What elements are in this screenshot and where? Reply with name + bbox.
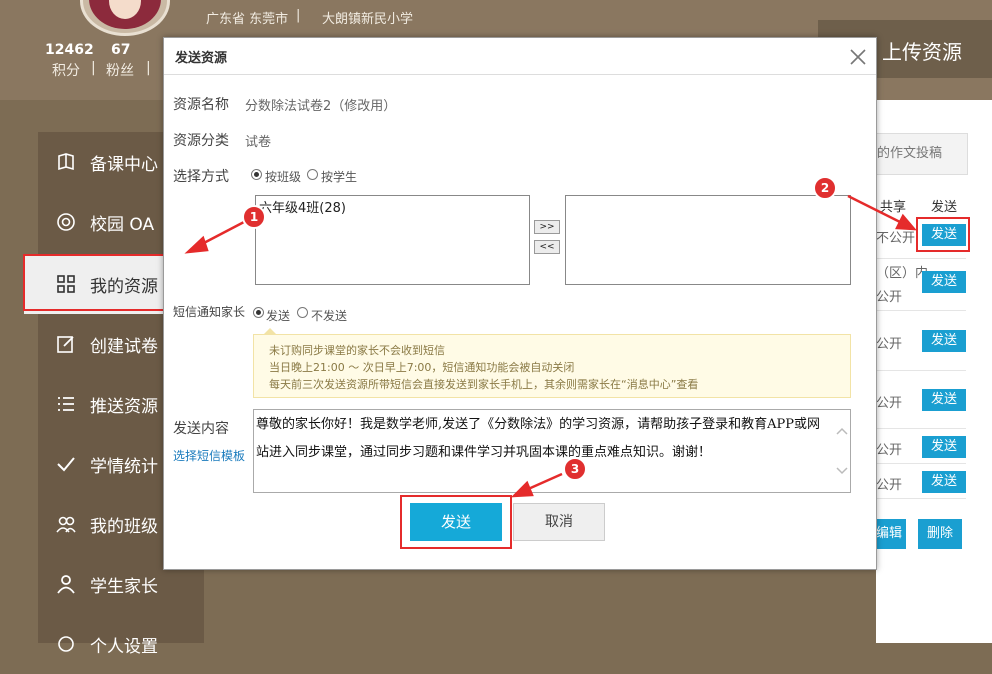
radio-sms-send-label: 发送 — [266, 309, 291, 323]
annotation-badge-1: 1 — [242, 205, 266, 229]
user-icon — [57, 575, 75, 594]
dialog-title: 发送资源 — [175, 51, 228, 66]
stat-divider: | — [146, 60, 151, 76]
points-label: 积分 — [52, 63, 80, 79]
class-list-source[interactable]: 六年级4班(28) — [255, 195, 530, 285]
column-header-send: 发送 — [931, 200, 958, 215]
send-resource-dialog: 发送资源 资源名称 分数除法试卷2（修改用） 资源分类 试卷 选择方式 按班级 … — [163, 37, 877, 570]
row-send-button[interactable]: 发送 — [922, 271, 966, 293]
annotation-badge-2: 2 — [813, 176, 837, 200]
fans-label: 粉丝 — [106, 63, 134, 79]
message-textarea[interactable]: 尊敬的家长你好！我是数学老师,发送了《分数除法》的学习资源，请帮助孩子登录和教育… — [253, 409, 851, 493]
sidebar-item-label: 学生家长 — [90, 577, 158, 597]
cancel-button[interactable]: 取消 — [513, 503, 605, 541]
users-icon — [56, 516, 76, 533]
sms-notify-label: 短信通知家长 — [173, 305, 246, 319]
sidebar-item-settings[interactable]: 个人设置 — [38, 614, 204, 674]
scrollbar[interactable] — [834, 410, 850, 492]
dialog-title-divider — [164, 74, 876, 75]
row-send-button[interactable]: 发送 — [922, 330, 966, 352]
sidebar-item-label: 创建试卷 — [90, 337, 158, 357]
method-label: 选择方式 — [173, 169, 229, 185]
row-divider — [876, 428, 966, 429]
settings-icon — [58, 636, 74, 652]
edit-icon — [57, 336, 74, 353]
at-icon — [57, 213, 75, 231]
sidebar-item-label: 学情统计 — [90, 457, 158, 477]
share-status: 公开 — [876, 443, 903, 458]
notice-line: 未订购同步课堂的家长不会收到短信 — [269, 344, 445, 357]
radio-by-student-label: 按学生 — [321, 170, 358, 184]
move-right-button[interactable]: >> — [534, 220, 560, 234]
resource-table-area — [876, 100, 992, 643]
sms-notice-box: 未订购同步课堂的家长不会收到短信 当日晚上21:00 ～ 次日早上7:00，短信… — [253, 334, 851, 398]
row-divider — [876, 258, 966, 259]
annotation-badge-3: 3 — [563, 457, 587, 481]
chevron-up-icon — [836, 427, 848, 435]
highlight-box-send — [916, 217, 970, 252]
radio-by-class[interactable] — [251, 169, 262, 180]
radio-by-class-label: 按班级 — [265, 170, 302, 184]
edit-button[interactable]: 编辑 — [876, 519, 906, 549]
category-label: 资源分类 — [173, 133, 229, 149]
category-value: 试卷 — [245, 135, 272, 150]
radio-sms-no-send-label: 不发送 — [311, 309, 348, 323]
sidebar-item-label: 推送资源 — [90, 397, 158, 417]
radio-by-student[interactable] — [307, 169, 318, 180]
move-left-button[interactable]: << — [534, 240, 560, 254]
share-status: 公开 — [876, 478, 903, 493]
highlight-box-my-resources — [23, 254, 178, 311]
select-sms-template-link[interactable]: 选择短信模板 — [173, 447, 245, 464]
fans-count: 67 — [111, 42, 131, 58]
row-divider — [876, 498, 966, 499]
list-item[interactable]: 六年级4班(28) — [259, 197, 346, 216]
row-divider — [876, 310, 966, 311]
resource-name-label: 资源名称 — [173, 97, 229, 113]
share-status: （区）内 — [876, 266, 929, 281]
content-label: 发送内容 — [173, 421, 229, 437]
upload-resource-label: 上传资源 — [882, 40, 962, 64]
class-list-target[interactable] — [565, 195, 851, 285]
resource-name-value: 分数除法试卷2（修改用） — [245, 99, 397, 114]
row-divider — [876, 370, 966, 371]
sidebar-item-label: 备课中心 — [90, 155, 158, 175]
notice-line: 每天前三次发送资源所带短信会直接发送到家长手机上，其余则需家长在“消息中心”查看 — [269, 378, 699, 391]
share-status: 公开 — [876, 396, 903, 411]
points-count: 12462 — [45, 42, 94, 58]
essay-contribute-button[interactable]: 的作文投稿 — [876, 133, 968, 175]
row-send-button[interactable]: 发送 — [922, 471, 966, 493]
delete-button[interactable]: 删除 — [918, 519, 962, 549]
location-divider: | — [296, 8, 301, 23]
sidebar-item-label: 个人设置 — [90, 637, 158, 657]
notice-line: 当日晚上21:00 ～ 次日早上7:00，短信通知功能会被自动关闭 — [269, 361, 575, 374]
row-divider — [876, 463, 966, 464]
list-icon — [58, 397, 74, 411]
highlight-box-submit — [400, 495, 512, 549]
share-status: 不公开 — [876, 231, 916, 246]
radio-sms-no-send[interactable] — [297, 307, 308, 318]
book-icon — [58, 153, 74, 171]
share-status: 公开 — [876, 337, 903, 352]
row-send-button[interactable]: 发送 — [922, 436, 966, 458]
close-icon[interactable] — [847, 46, 869, 68]
stat-divider: | — [91, 60, 96, 76]
message-text: 尊敬的家长你好！我是数学老师,发送了《分数除法》的学习资源，请帮助孩子登录和教育… — [256, 417, 821, 460]
radio-sms-send[interactable] — [253, 307, 264, 318]
column-header-share: 共享 — [880, 200, 907, 215]
school-name: 大朗镇新民小学 — [322, 12, 414, 27]
sidebar-item-label: 我的班级 — [90, 517, 158, 537]
location-text: 广东省 东莞市 — [206, 12, 289, 27]
chevron-down-icon — [836, 467, 848, 475]
sidebar-item-label: 校园 OA — [90, 215, 155, 235]
row-send-button[interactable]: 发送 — [922, 389, 966, 411]
check-icon — [57, 457, 75, 472]
share-status: 公开 — [876, 290, 903, 305]
